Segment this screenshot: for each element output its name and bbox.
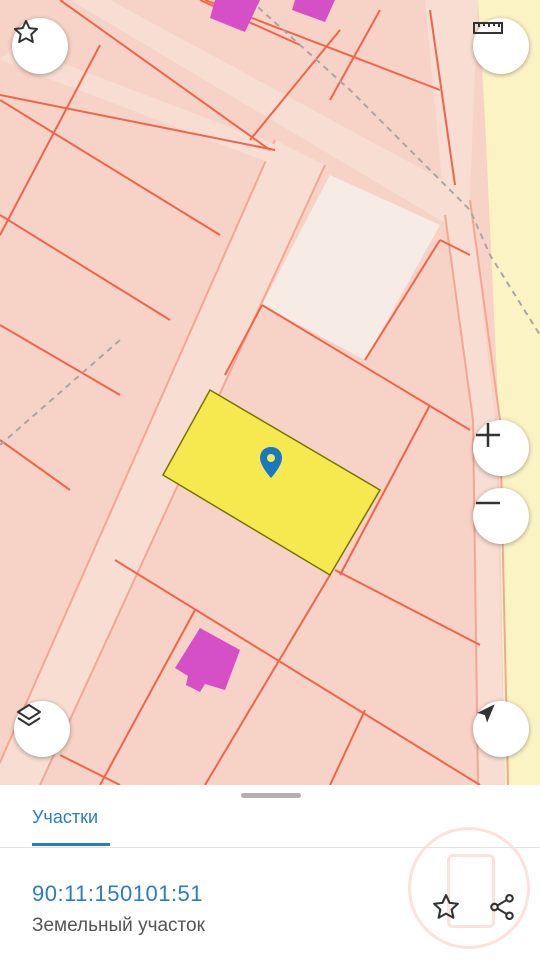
building [175, 628, 240, 692]
plus-icon [476, 423, 500, 447]
cadastral-number[interactable]: 90:11:150101:51 [32, 881, 203, 907]
watermark-logo [408, 827, 530, 949]
star-outline-icon [13, 19, 39, 44]
favorite-parcel-button[interactable] [428, 889, 464, 925]
building [210, 0, 260, 32]
ruler-icon [473, 22, 503, 34]
zoom-in-button[interactable] [473, 420, 529, 476]
map-view[interactable] [0, 0, 540, 785]
divider [0, 847, 540, 848]
ruler-button[interactable] [473, 18, 529, 74]
favorite-map-button[interactable] [12, 18, 68, 74]
layers-icon [17, 704, 41, 726]
parcel-type: Земельный участок [32, 915, 205, 936]
layers-button[interactable] [14, 701, 70, 757]
navigation-arrow-icon [477, 704, 495, 723]
star-outline-icon [433, 894, 459, 919]
bottom-sheet[interactable]: Участки 90:11:150101:51 Земельный участо… [0, 785, 540, 960]
locate-button[interactable] [473, 701, 529, 757]
building [292, 0, 335, 22]
tab-parcels[interactable]: Участки [32, 807, 98, 828]
sheet-drag-handle[interactable] [241, 793, 301, 798]
selected-parcel[interactable] [161, 388, 382, 577]
map-canvas[interactable] [0, 0, 540, 785]
minus-icon [476, 501, 500, 505]
tab-indicator [32, 843, 110, 846]
zoom-out-button[interactable] [473, 488, 529, 544]
share-button[interactable] [484, 889, 520, 925]
share-icon [490, 893, 514, 921]
